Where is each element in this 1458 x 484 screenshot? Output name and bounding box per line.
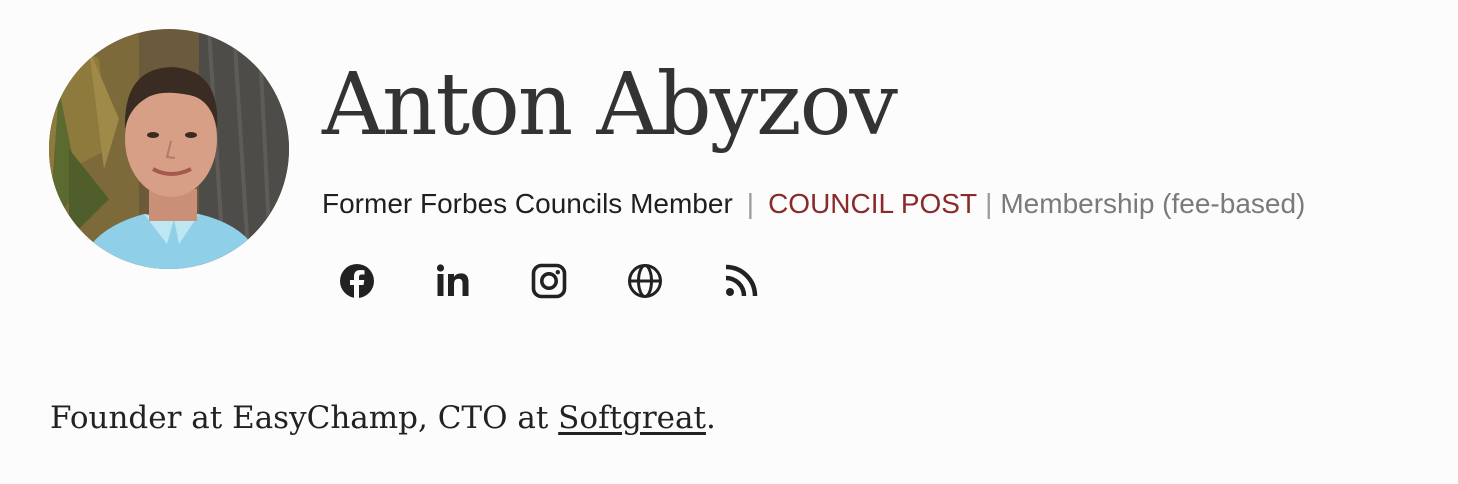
social-links	[339, 259, 759, 303]
author-role: Former Forbes Councils Member	[322, 188, 733, 219]
instagram-icon	[531, 263, 567, 299]
meta-separator: |	[746, 188, 755, 219]
instagram-link[interactable]	[531, 259, 567, 303]
facebook-link[interactable]	[339, 259, 375, 303]
bio-suffix: .	[705, 400, 716, 436]
council-post-label: COUNCIL POST	[768, 188, 978, 219]
linkedin-link[interactable]	[435, 259, 471, 303]
linkedin-icon	[436, 264, 469, 296]
author-bio: Founder at EasyChamp, CTO at Softgreat.	[50, 396, 716, 440]
website-link[interactable]	[627, 259, 663, 303]
author-avatar[interactable]	[49, 29, 289, 269]
facebook-icon	[340, 264, 374, 299]
membership-label: Membership (fee-based)	[1000, 188, 1306, 219]
bio-text: Founder at EasyChamp, CTO at	[50, 400, 559, 436]
meta-separator-2: |	[985, 188, 993, 219]
author-meta: Former Forbes Councils Member | COUNCIL …	[322, 184, 1305, 224]
rss-link[interactable]	[723, 259, 759, 303]
rss-icon	[725, 264, 758, 297]
author-name: Anton Abyzov	[322, 55, 898, 155]
softgreat-link[interactable]: Softgreat	[558, 400, 706, 436]
globe-icon	[628, 264, 662, 298]
author-card: Anton Abyzov Former Forbes Councils Memb…	[0, 0, 1458, 484]
